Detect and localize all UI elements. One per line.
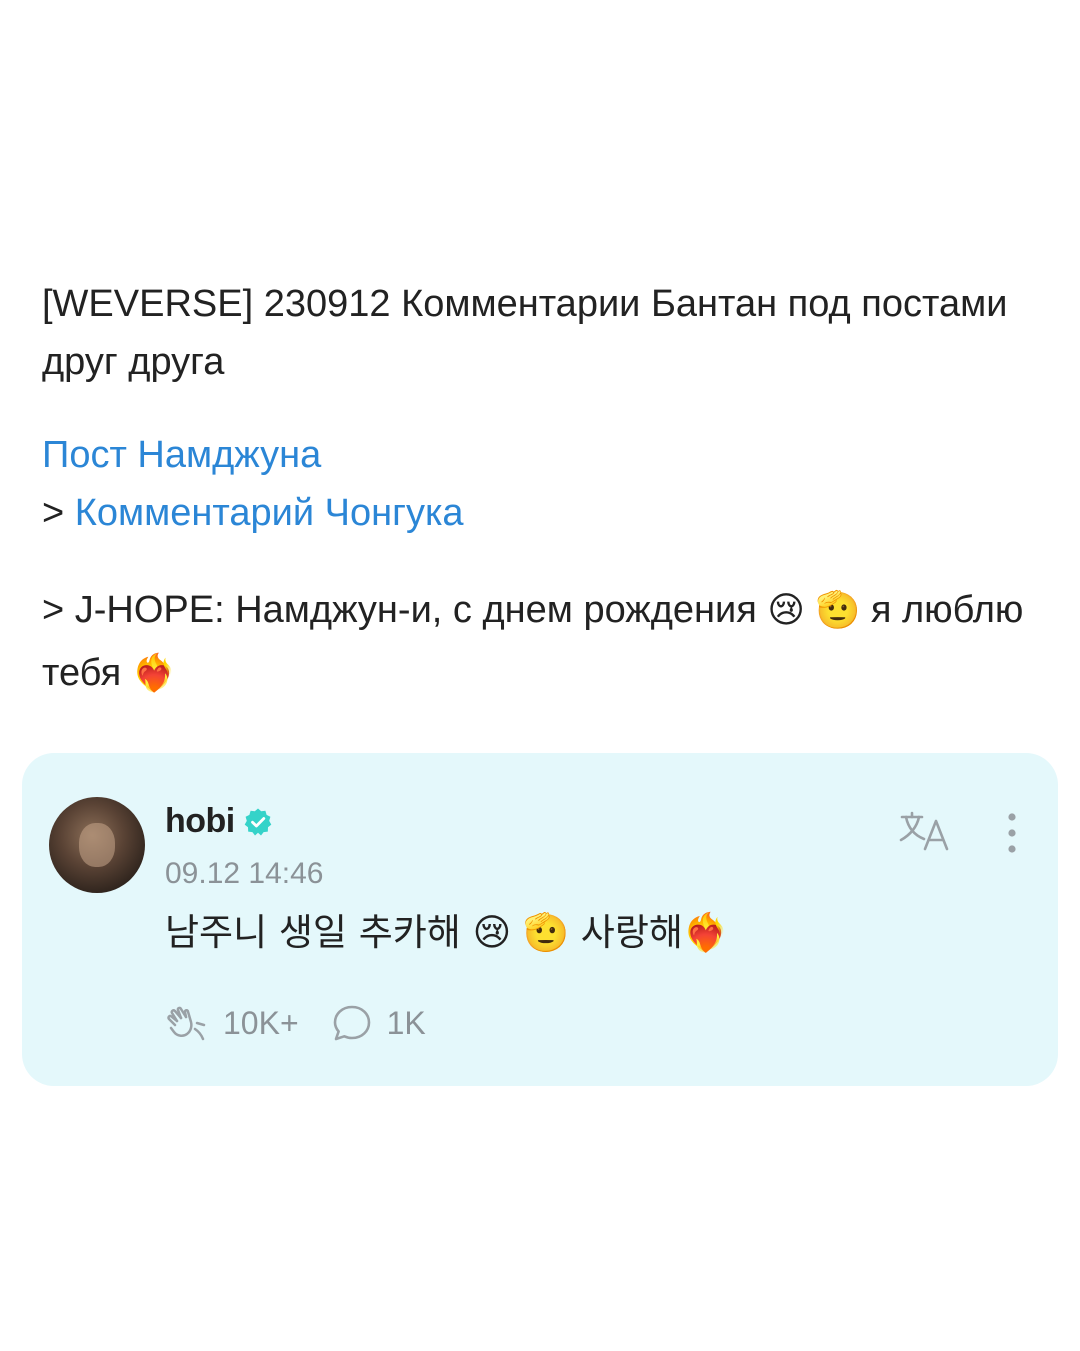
saluting-face-emoji: 🫡 [522, 911, 570, 954]
username[interactable]: hobi [165, 802, 235, 841]
heart-on-fire-emoji: ❤️‍🔥 [682, 911, 729, 954]
comment-card: hobi 09.12 14:46 남주니 생일 추카해 😢 🫡 사랑해❤️‍🔥 [22, 753, 1058, 1086]
heart-on-fire-emoji: ❤️‍🔥 [131, 653, 177, 694]
avatar[interactable] [49, 797, 145, 893]
post-links: Пост Намджуна > Комментарий Чонгука [42, 426, 1042, 542]
comment-timestamp: 09.12 14:46 [165, 857, 324, 890]
comment-bubble-icon [333, 1005, 370, 1041]
username-row: hobi [165, 802, 273, 841]
link-namjoon-post[interactable]: Пост Намджуна [42, 434, 321, 476]
verified-badge-icon [244, 808, 272, 835]
reply-action[interactable]: 1K [331, 1003, 426, 1043]
comment-text-start: 남주니 생일 추카해 [165, 911, 473, 954]
post-title: [WEVERSE] 230912 Комментарии Бантан под … [42, 283, 1008, 383]
comment-actions: 10K+ 1K [165, 1003, 426, 1043]
link-prefix: > [42, 492, 75, 534]
translate-icon[interactable] [898, 809, 954, 853]
cheer-hand-icon [167, 1006, 206, 1041]
quote-text-start: > J-HOPE: Намджун-и, с днем рождения [42, 589, 768, 631]
comment-text: 남주니 생일 추카해 😢 🫡 사랑해❤️‍🔥 [165, 903, 729, 963]
crying-face-emoji: 😢 [767, 590, 805, 631]
like-action[interactable]: 10K+ [165, 1003, 299, 1043]
saluting-face-emoji: 🫡 [815, 590, 861, 631]
link-jungkook-comment[interactable]: Комментарий Чонгука [75, 492, 464, 534]
crying-face-emoji: 😢 [472, 911, 512, 954]
comment-text-end: 사랑해 [569, 911, 683, 954]
like-count: 10K+ [223, 1004, 299, 1041]
more-vertical-icon[interactable] [1000, 809, 1024, 857]
quote-translation: > J-HOPE: Намджун-и, с днем рождения 😢 🫡… [42, 579, 1042, 705]
post-body: [WEVERSE] 230912 Комментарии Бантан под … [42, 275, 1042, 705]
reply-count: 1K [386, 1004, 426, 1041]
